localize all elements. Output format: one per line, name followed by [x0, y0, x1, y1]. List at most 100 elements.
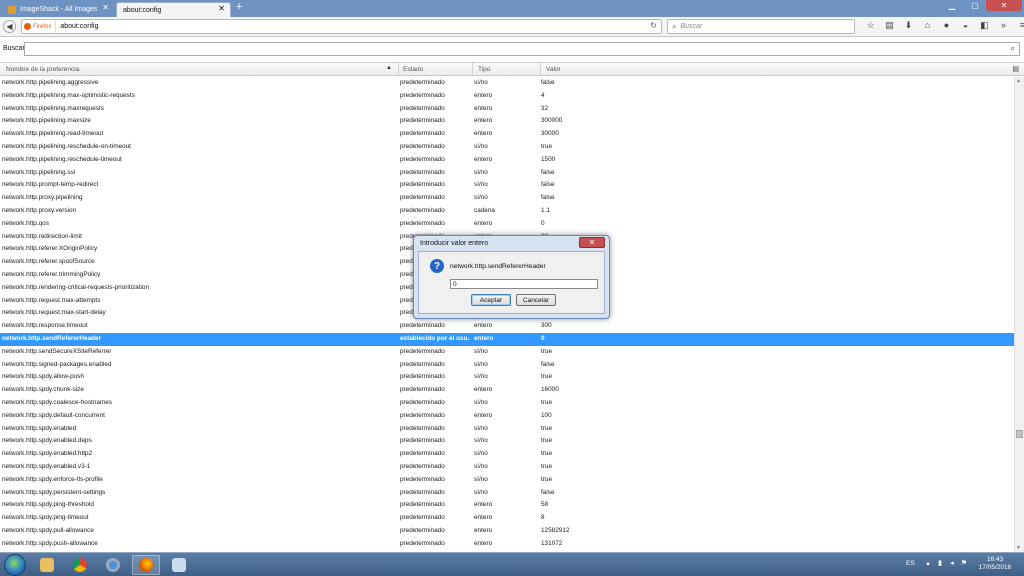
- table-row[interactable]: network.http.pipelining.max-optimistic-r…: [0, 90, 1014, 103]
- cell-type: cadena: [474, 206, 495, 214]
- table-row[interactable]: network.http.proxy.pipelining predetermin…: [0, 192, 1014, 205]
- table-row[interactable]: network.http.proxy.version predeterminado…: [0, 205, 1014, 218]
- star-icon[interactable]: ☆: [861, 20, 880, 31]
- tab-imageshack[interactable]: ImageShack - All Images ✕: [2, 2, 114, 17]
- table-row[interactable]: network.http.spdy.push-allowance predeter…: [0, 538, 1014, 551]
- table-row[interactable]: network.http.spdy.enabled predeterminado s…: [0, 423, 1014, 436]
- cell-type: entero: [474, 411, 493, 419]
- table-row[interactable]: network.http.signed-packages.enabled pred…: [0, 359, 1014, 372]
- cell-value: false: [541, 488, 555, 496]
- tab-label: ImageShack - All Images: [20, 6, 98, 13]
- language-indicator[interactable]: ES: [906, 560, 915, 567]
- clock[interactable]: 16:43 17/05/2016: [975, 556, 1015, 572]
- table-row[interactable]: network.http.spdy.chunk-size predetermina…: [0, 384, 1014, 397]
- table-row[interactable]: network.http.pipelining.aggressive predet…: [0, 77, 1014, 90]
- table-row[interactable]: network.http.spdy.enabled.v3-1 predetermi…: [0, 461, 1014, 474]
- clipboard-icon[interactable]: ▤: [880, 20, 899, 31]
- table-row[interactable]: network.http.pipelining.read-timeout pred…: [0, 128, 1014, 141]
- accept-button[interactable]: Aceptar: [471, 294, 511, 306]
- scroll-down-icon[interactable]: ▼: [1016, 545, 1021, 551]
- close-icon[interactable]: ✕: [579, 237, 605, 248]
- scroll-thumb[interactable]: [1016, 430, 1023, 438]
- extension-icon[interactable]: ◧: [975, 20, 994, 31]
- pocket-icon[interactable]: ◒: [956, 20, 975, 31]
- table-row[interactable]: network.http.pipelining.reschedule-on-ti…: [0, 141, 1014, 154]
- volume-icon[interactable]: ◂: [946, 559, 958, 567]
- header-status[interactable]: Estado: [403, 66, 423, 73]
- site-identity[interactable]: Firefox: [22, 20, 57, 33]
- header-value[interactable]: Valor: [546, 66, 561, 73]
- cell-value: true: [541, 142, 553, 150]
- window-close-icon[interactable]: ✕: [986, 0, 1022, 11]
- table-row[interactable]: network.http.sendSecureXSiteReferrer pred…: [0, 346, 1014, 359]
- table-row[interactable]: network.http.pipelining.maxsize predeterm…: [0, 115, 1014, 128]
- table-row[interactable]: network.http.spdy.enforce-tls-profile pre…: [0, 474, 1014, 487]
- cell-value: true: [541, 424, 553, 432]
- download-icon[interactable]: ⬇: [899, 20, 918, 31]
- column-divider[interactable]: [472, 63, 473, 75]
- column-divider[interactable]: [540, 63, 541, 75]
- cancel-button[interactable]: Cancelar: [516, 294, 556, 306]
- maximize-icon[interactable]: ▢: [964, 0, 986, 11]
- table-row[interactable]: network.http.qos predeterminado entero 0: [0, 218, 1014, 231]
- header-name[interactable]: Nombre de la preferencia: [6, 66, 79, 73]
- firefox-taskbar-icon[interactable]: [132, 555, 160, 575]
- header-type[interactable]: Tipo: [478, 66, 490, 73]
- vertical-scrollbar[interactable]: ▲ ▼: [1014, 77, 1024, 552]
- home-icon[interactable]: ⌂: [918, 20, 937, 31]
- dialog-body: ? network.http.sendRefererHeader 0 Acept…: [418, 251, 605, 314]
- cell-value: 32: [541, 104, 549, 112]
- reload-icon[interactable]: ↻: [650, 21, 657, 30]
- overflow-icon[interactable]: »: [994, 20, 1013, 31]
- table-row[interactable]: network.http.sendRefererHeader establecid…: [0, 332, 1014, 346]
- new-tab-icon[interactable]: +: [236, 1, 242, 13]
- table-row[interactable]: network.http.spdy.ping-threshold predeter…: [0, 499, 1014, 512]
- table-row[interactable]: network.http.pipelining.maxrequests prede…: [0, 103, 1014, 116]
- cell-name: network.http.request.max-attempts: [2, 296, 101, 304]
- close-tab-icon[interactable]: ✕: [102, 3, 109, 12]
- chrome-icon[interactable]: [66, 555, 94, 575]
- url-text[interactable]: about:config: [56, 23, 98, 30]
- cell-name: network.http.proxy.pipelining: [2, 194, 83, 202]
- network-icon[interactable]: ▮: [934, 559, 946, 567]
- search-bar[interactable]: ⌕ Buscar: [667, 19, 855, 34]
- column-divider[interactable]: [398, 63, 399, 75]
- table-row[interactable]: network.http.prompt-temp-redirect predete…: [0, 179, 1014, 192]
- cell-type: sí/no: [474, 142, 488, 150]
- search-icon[interactable]: ⌕: [1011, 44, 1015, 54]
- start-button[interactable]: [4, 554, 26, 576]
- table-row[interactable]: network.http.pipelining.ssl predeterminad…: [0, 167, 1014, 180]
- menu-icon[interactable]: ≡: [1013, 20, 1024, 31]
- table-row[interactable]: network.http.spdy.default-concurrent pred…: [0, 410, 1014, 423]
- cell-type: entero: [474, 386, 493, 394]
- table-row[interactable]: network.http.response.timeout predetermin…: [0, 320, 1014, 333]
- table-row[interactable]: network.http.spdy.pull-allowance predeter…: [0, 525, 1014, 538]
- chrome-canary-icon[interactable]: [99, 555, 127, 575]
- scroll-up-icon[interactable]: ▲: [1016, 78, 1021, 84]
- url-bar[interactable]: Firefox about:config ↻: [21, 19, 662, 34]
- back-arrow-icon[interactable]: ◀: [3, 20, 16, 33]
- cell-name: network.http.proxy.version: [2, 206, 77, 214]
- table-row[interactable]: network.http.spdy.ping-timeout predetermi…: [0, 512, 1014, 525]
- cell-name: network.http.pipelining.ssl: [2, 168, 76, 176]
- table-row[interactable]: network.http.spdy.coalesce-hostnames pred…: [0, 397, 1014, 410]
- file-explorer-icon[interactable]: [33, 555, 61, 575]
- table-row[interactable]: network.http.spdy.enabled.deps predetermi…: [0, 435, 1014, 448]
- cell-name: network.http.spdy.enabled.http2: [2, 450, 93, 458]
- table-row[interactable]: network.http.pipelining.reschedule-timeo…: [0, 154, 1014, 167]
- column-picker-icon[interactable]: ▤: [1012, 65, 1019, 73]
- close-tab-icon[interactable]: ✕: [218, 4, 225, 13]
- table-row[interactable]: network.http.spdy.allow-push predetermina…: [0, 371, 1014, 384]
- tray-arrow-icon[interactable]: ▴: [922, 559, 934, 567]
- chat-icon[interactable]: ●: [937, 20, 956, 31]
- integer-value-input[interactable]: 0: [450, 279, 598, 289]
- paint-icon[interactable]: [165, 555, 193, 575]
- cell-type: sí/no: [474, 437, 488, 445]
- filter-input[interactable]: ⌕: [24, 42, 1020, 56]
- table-row[interactable]: network.http.spdy.enabled.http2 predeterm…: [0, 448, 1014, 461]
- tab-about-config[interactable]: about:config ✕: [116, 2, 231, 17]
- table-row[interactable]: network.http.spdy.persistent-settings pre…: [0, 487, 1014, 500]
- cell-status: predeterminado: [400, 79, 445, 86]
- minimize-icon[interactable]: ▁: [940, 0, 964, 11]
- flag-icon[interactable]: ⚑: [958, 559, 970, 567]
